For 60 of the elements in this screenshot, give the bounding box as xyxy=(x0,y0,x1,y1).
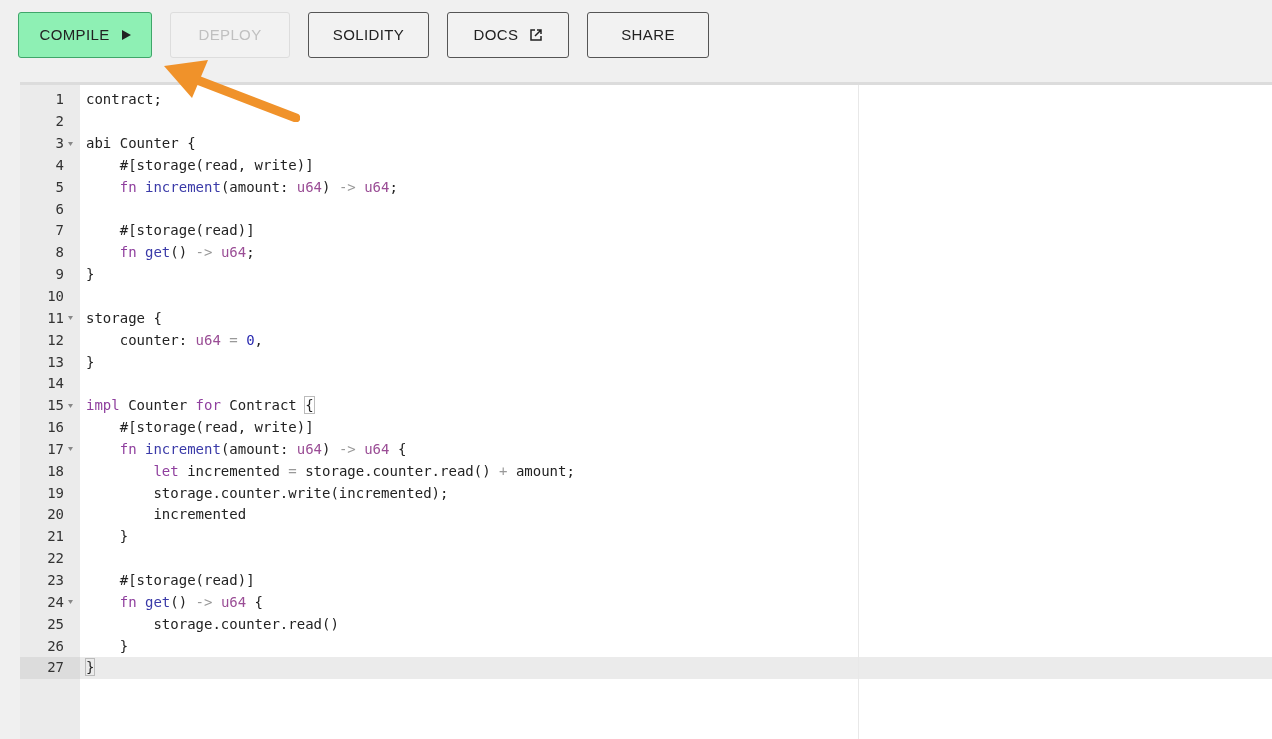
line-number: 24 xyxy=(47,592,64,612)
line-number: 11 xyxy=(47,308,64,328)
external-link-icon xyxy=(530,29,543,41)
line-number: 18 xyxy=(47,461,64,481)
toolbar-button[interactable]: SOLIDITY xyxy=(308,12,429,58)
fold-caret-icon[interactable] xyxy=(67,141,73,146)
fold-caret-icon[interactable] xyxy=(67,403,73,408)
code-line: } xyxy=(86,265,95,285)
line-number: 20 xyxy=(47,505,64,525)
code-line: } xyxy=(118,527,129,547)
play-icon xyxy=(121,30,131,40)
line-number: 25 xyxy=(47,614,64,634)
code-line: fn increment(amount: u64) -> u64; xyxy=(118,177,398,197)
line-number: 15 xyxy=(47,396,64,416)
line-number: 14 xyxy=(47,374,64,394)
code-line: let incremented = storage.counter.read() + amount; xyxy=(152,461,575,481)
toolbar-button[interactable]: DOCS xyxy=(447,12,569,58)
code-line: incremented xyxy=(152,505,247,525)
code-line: #[storage(read)] xyxy=(118,571,255,590)
line-number: 5 xyxy=(55,177,64,197)
code-line: impl Counter for Contract { xyxy=(86,396,314,416)
code-line: fn increment(amount: u64) -> u64 { xyxy=(118,439,407,459)
fold-caret-icon[interactable] xyxy=(67,600,73,605)
fold-caret-icon[interactable] xyxy=(67,447,73,452)
line-number: 17 xyxy=(47,439,64,459)
line-number: 21 xyxy=(47,527,64,547)
line-number: 3 xyxy=(55,134,64,154)
code-line: storage.counter.write(incremented); xyxy=(152,483,449,503)
code-line: } xyxy=(86,658,95,678)
line-number: 4 xyxy=(55,155,64,175)
line-number: 22 xyxy=(47,549,64,569)
line-number: 6 xyxy=(55,199,64,219)
code-line: #[storage(read, write)] xyxy=(118,418,314,438)
line-number: 19 xyxy=(47,483,64,503)
code-line: storage.counter.read() xyxy=(152,614,339,634)
code-line: storage { xyxy=(86,308,162,328)
line-number: 16 xyxy=(47,418,64,438)
code-line: counter: u64 = 0, xyxy=(118,330,264,350)
line-number: 10 xyxy=(47,287,64,306)
line-number: 8 xyxy=(55,243,64,263)
toolbar-button[interactable]: SHARE xyxy=(587,12,709,58)
line-number: 27 xyxy=(47,658,64,678)
code-line: fn get() -> u64 { xyxy=(118,592,264,612)
code-line: } xyxy=(86,352,95,372)
code-line: fn get() -> u64; xyxy=(118,243,255,263)
line-number: 9 xyxy=(55,265,64,285)
line-number: 12 xyxy=(47,330,64,350)
line-number: 2 xyxy=(55,112,64,132)
line-number: 23 xyxy=(47,571,64,590)
line-number: 1 xyxy=(55,90,64,110)
code-line: contract; xyxy=(86,90,162,110)
line-number: 26 xyxy=(47,636,64,656)
code-line: } xyxy=(118,636,129,656)
toolbar-button[interactable]: COMPILE xyxy=(18,12,152,58)
line-number: 7 xyxy=(55,221,64,241)
code-line: #[storage(read)] xyxy=(118,221,255,241)
fold-caret-icon[interactable] xyxy=(67,316,73,321)
code-line: #[storage(read, write)] xyxy=(118,155,314,175)
line-number: 13 xyxy=(47,352,64,372)
code-line: abi Counter { xyxy=(86,134,196,154)
